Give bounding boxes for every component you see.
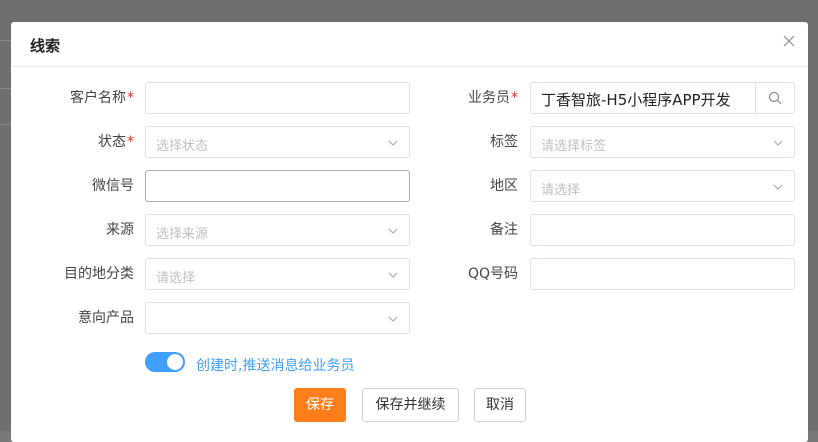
wechat-label: 微信号: [92, 178, 134, 194]
customer-name-field[interactable]: [145, 82, 410, 114]
cancel-button[interactable]: 取消: [474, 388, 526, 422]
region-select[interactable]: 请选择: [530, 170, 795, 202]
region-label: 地区: [490, 178, 518, 194]
remark-field[interactable]: [530, 214, 795, 246]
destination-category-label: 目的地分类: [64, 266, 134, 282]
tags-placeholder: 请选择标签: [541, 139, 607, 154]
source-placeholder: 选择来源: [156, 227, 209, 242]
wechat-field[interactable]: [145, 170, 410, 202]
qq-field[interactable]: [530, 258, 795, 290]
close-icon[interactable]: [780, 32, 798, 50]
source-label: 来源: [106, 222, 134, 238]
intended-product-label: 意向产品: [78, 310, 134, 326]
modal-header: 线索: [11, 22, 808, 67]
source-select[interactable]: 选择来源: [145, 214, 410, 246]
save-and-continue-button[interactable]: 保存并继续: [362, 388, 459, 422]
remark-input[interactable]: [531, 215, 794, 245]
tags-label: 标签: [490, 134, 518, 150]
status-placeholder: 选择状态: [156, 139, 209, 154]
chevron-down-icon: [773, 184, 783, 190]
destination-category-placeholder: 请选择: [156, 271, 196, 286]
chevron-down-icon: [388, 316, 398, 322]
intended-product-select[interactable]: [145, 302, 410, 334]
wechat-input[interactable]: [146, 171, 409, 201]
salesperson-field[interactable]: 丁香智旅-H5小程序APP开发: [530, 82, 795, 114]
salesperson-label: 业务员*: [468, 90, 518, 106]
status-select[interactable]: 选择状态: [145, 126, 410, 158]
save-button[interactable]: 保存: [294, 388, 346, 422]
search-icon: [768, 91, 782, 105]
tags-select[interactable]: 请选择标签: [530, 126, 795, 158]
notify-salesperson-label: 创建时,推送消息给业务员: [196, 358, 355, 374]
status-label: 状态*: [98, 134, 134, 150]
modal-title: 线索: [30, 37, 61, 55]
qq-input[interactable]: [531, 259, 794, 289]
chevron-down-icon: [773, 140, 783, 146]
salesperson-value: 丁香智旅-H5小程序APP开发: [541, 91, 731, 109]
destination-category-select[interactable]: 请选择: [145, 258, 410, 290]
remark-label: 备注: [490, 222, 518, 238]
notify-salesperson-toggle[interactable]: [145, 352, 185, 372]
customer-name-input[interactable]: [146, 83, 409, 113]
customer-name-label: 客户名称*: [70, 90, 134, 106]
region-placeholder: 请选择: [541, 183, 581, 198]
salesperson-search-button[interactable]: [755, 83, 794, 113]
qq-label: QQ号码: [467, 266, 518, 282]
toggle-knob: [167, 354, 183, 370]
